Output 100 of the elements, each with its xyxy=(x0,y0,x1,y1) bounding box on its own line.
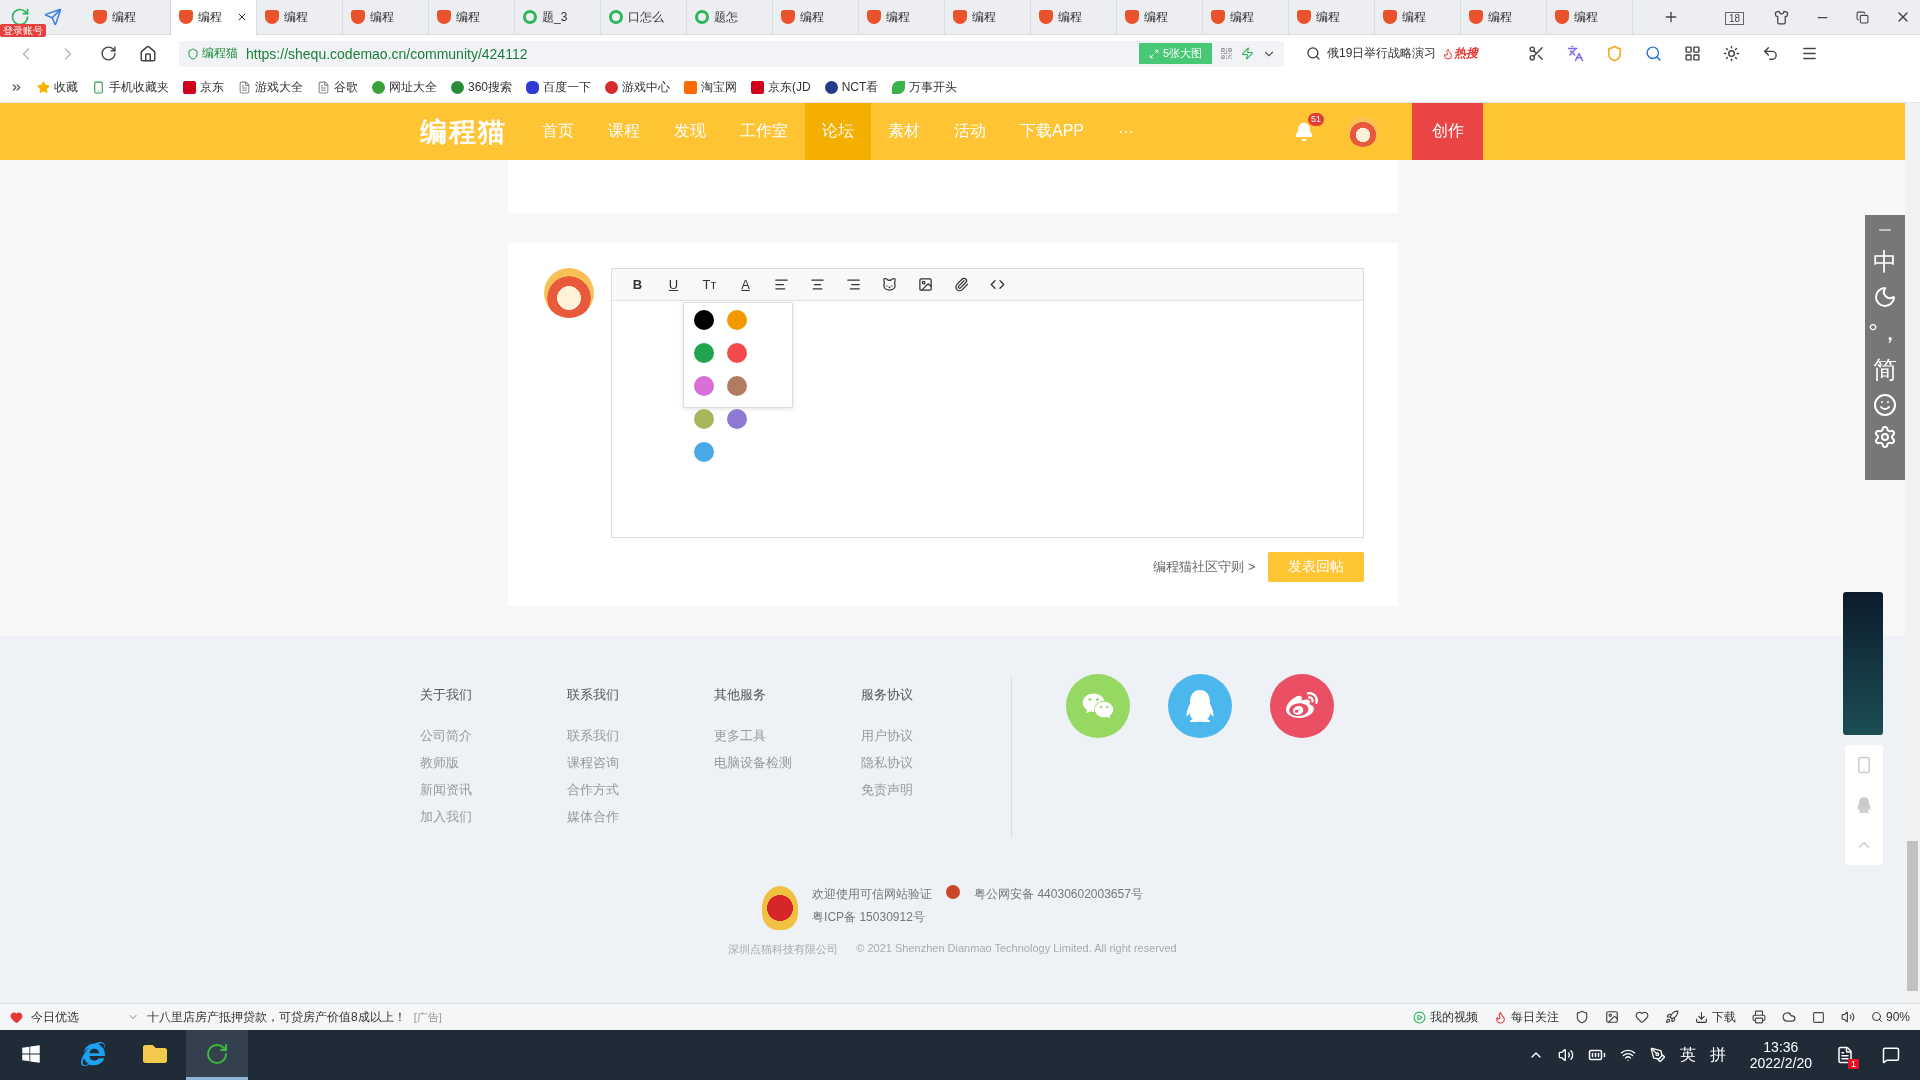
heart-icon[interactable] xyxy=(1634,1010,1649,1024)
daily-follow-link[interactable]: 每日关注 xyxy=(1493,1008,1559,1026)
bold-button[interactable]: B xyxy=(619,277,656,292)
bookmark[interactable]: 京东 xyxy=(183,78,224,96)
undo-icon[interactable] xyxy=(1762,45,1779,62)
brightness-icon[interactable] xyxy=(1723,45,1740,62)
browser-tab[interactable]: 编程 xyxy=(429,0,515,35)
font-size-button[interactable]: Tт xyxy=(691,277,728,292)
ime-language[interactable]: 英 xyxy=(1679,1044,1696,1066)
browser-tab[interactable]: 编程 xyxy=(859,0,945,35)
volume-icon[interactable] xyxy=(1840,1010,1855,1024)
trust-text[interactable]: 欢迎使用可信网站验证 xyxy=(812,886,933,903)
bookmark[interactable]: 淘宝网 xyxy=(684,78,738,96)
text-color-button[interactable]: A xyxy=(727,277,764,292)
browser-logo-icon[interactable] xyxy=(10,7,30,27)
search-favicon-icon xyxy=(523,10,537,24)
browser-tab[interactable]: 编程 xyxy=(945,0,1031,35)
rocket-icon[interactable] xyxy=(1664,1010,1679,1024)
restore-icon[interactable] xyxy=(1856,10,1870,24)
address-field[interactable]: 编程猫 https://shequ.codemao.cn/community/424112 5张大图 xyxy=(179,40,1284,67)
action-center-icon[interactable] xyxy=(1882,1046,1900,1064)
wifi-icon[interactable] xyxy=(1619,1047,1636,1063)
bookmark[interactable]: 手机收藏夹 xyxy=(92,78,169,96)
browser-tab[interactable]: 题怎 xyxy=(687,0,773,35)
shield-icon[interactable] xyxy=(1574,1010,1589,1024)
color-swatch[interactable] xyxy=(693,442,714,462)
smiley-icon[interactable] xyxy=(1873,393,1897,417)
ime-mode[interactable]: 拼 xyxy=(1709,1044,1726,1066)
create-button[interactable]: 创作 xyxy=(1412,103,1483,160)
home-icon[interactable] xyxy=(139,44,157,63)
browser-tab[interactable]: 编程 xyxy=(1547,0,1633,35)
download-link[interactable]: 下载 xyxy=(1694,1008,1736,1026)
browser-tab[interactable]: 题_3 xyxy=(515,0,601,35)
my-videos-link[interactable]: 我的视频 xyxy=(1412,1008,1478,1026)
cloud-icon[interactable] xyxy=(1781,1010,1796,1024)
browser-tab[interactable]: 编程 xyxy=(1375,0,1461,35)
site-label[interactable]: 编程猫 xyxy=(187,45,238,62)
browser-tab[interactable]: 编程 xyxy=(1031,0,1117,35)
browser-tab[interactable]: 编程 xyxy=(1289,0,1375,35)
settings-icon[interactable] xyxy=(1873,425,1897,449)
browser-tab[interactable]: 编程 xyxy=(171,0,257,35)
window-icon[interactable] xyxy=(1811,1010,1825,1024)
moon-icon[interactable] xyxy=(1873,285,1897,309)
url-text[interactable]: https://shequ.codemao.cn/community/424112 xyxy=(246,45,1131,62)
new-tab-icon[interactable] xyxy=(1663,9,1679,25)
qr-code-icon[interactable] xyxy=(1220,47,1233,60)
scrollbar[interactable] xyxy=(1905,103,1920,1003)
browser-tab[interactable]: 编程 xyxy=(1461,0,1547,35)
volume-icon[interactable] xyxy=(1557,1047,1574,1063)
login-badge[interactable]: 登录账号 xyxy=(0,24,46,37)
hot-search-link[interactable]: 热搜 xyxy=(1442,45,1479,62)
bookmark[interactable]: 游戏大全 xyxy=(238,78,303,96)
bookmark[interactable]: 网址大全 xyxy=(372,78,437,96)
shirt-icon[interactable] xyxy=(1774,9,1790,25)
bookmark[interactable]: NCT看 xyxy=(824,78,879,96)
scissors-icon[interactable] xyxy=(1528,45,1545,62)
zoom-level[interactable]: 90% xyxy=(1870,1010,1910,1024)
bookmark[interactable]: 收藏 xyxy=(37,78,78,96)
reload-icon[interactable] xyxy=(100,45,117,62)
underline-button[interactable]: U xyxy=(655,277,692,292)
ime-button[interactable]: 中 xyxy=(1873,247,1897,277)
color-swatch[interactable] xyxy=(693,409,714,429)
browser-tab[interactable]: 编程 xyxy=(1203,0,1289,35)
search-icon[interactable] xyxy=(1645,45,1662,62)
menu-icon[interactable] xyxy=(1801,45,1818,62)
pen-icon[interactable] xyxy=(1649,1047,1666,1063)
daily-pick-link[interactable]: 今日优选 xyxy=(31,1008,79,1026)
browser-tab[interactable]: 编程 xyxy=(257,0,343,35)
browser-tab[interactable]: 编程 xyxy=(1117,0,1203,35)
user-avatar[interactable] xyxy=(1348,116,1378,147)
bookmark[interactable]: 360搜索 xyxy=(451,78,513,96)
grid-icon[interactable] xyxy=(1684,45,1701,62)
bookmark[interactable]: 百度一下 xyxy=(526,78,592,96)
ad-link[interactable]: 十八里店房产抵押贷款，可贷房产价值8成以上！ xyxy=(147,1008,406,1026)
bell-icon[interactable] xyxy=(1294,121,1314,142)
bookmark[interactable]: 谷歌 xyxy=(317,78,358,96)
icp-text[interactable]: 粤ICP备 15030912号 xyxy=(812,909,933,926)
bookmark[interactable]: 游戏中心 xyxy=(605,78,671,96)
page-icon xyxy=(317,80,330,94)
police-record-text[interactable]: 粤公网安备 44030602003657号 xyxy=(974,886,1143,903)
translate-icon[interactable] xyxy=(1567,45,1584,62)
send-icon[interactable] xyxy=(44,8,62,26)
ime-button[interactable]: 简 xyxy=(1873,355,1897,385)
browser-tab[interactable]: 编程 xyxy=(343,0,429,35)
bookmark[interactable]: 万事开头 xyxy=(892,78,958,96)
browser-icon[interactable] xyxy=(186,1030,248,1080)
ime-button[interactable]: °， xyxy=(1868,317,1902,347)
color-swatch[interactable] xyxy=(726,409,747,429)
rich-text-editor[interactable]: B U Tт A xyxy=(610,268,1364,538)
image-icon[interactable] xyxy=(1604,1010,1619,1024)
browser-tab[interactable]: 编程 xyxy=(773,0,859,35)
browser-tab[interactable]: 口怎么 xyxy=(601,0,687,35)
search-field[interactable]: 俄19日举行战略演习 热搜 xyxy=(1306,45,1506,62)
guidelines-link[interactable]: 编程猫社区守则 > xyxy=(1153,558,1256,576)
tab-count[interactable]: 18 xyxy=(1725,12,1745,25)
emblem-icon[interactable] xyxy=(762,886,799,930)
bookmark[interactable]: 京东(JD xyxy=(751,78,811,96)
close-tab-icon[interactable] xyxy=(236,11,248,23)
clock[interactable]: 13:36 2022/2/20 xyxy=(1739,1039,1822,1071)
printer-icon[interactable] xyxy=(1751,1010,1766,1024)
